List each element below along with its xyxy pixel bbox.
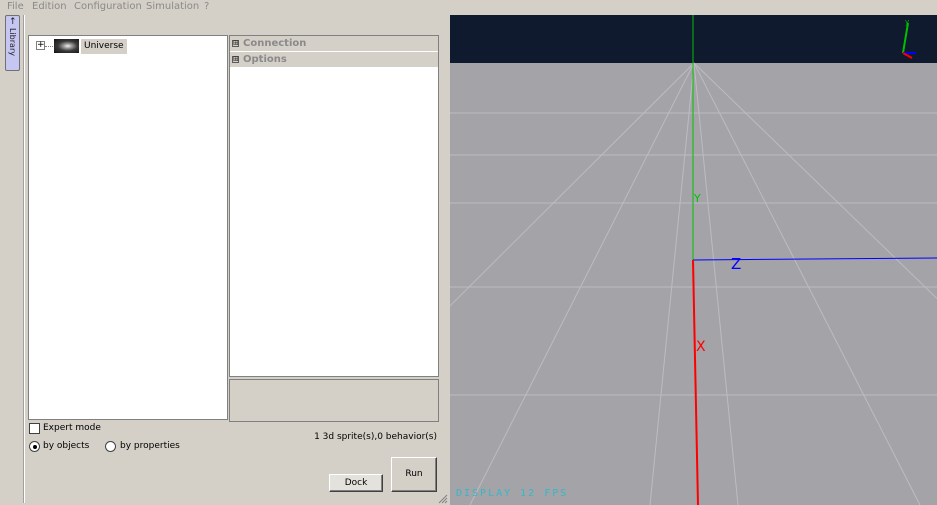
- radio-by-objects-label: by objects: [43, 441, 90, 451]
- menu-configuration[interactable]: Configuration: [74, 0, 142, 14]
- view-by-group: by objects by properties: [29, 440, 229, 454]
- x-axis-label: X: [696, 339, 706, 355]
- library-tab-label: Library: [8, 28, 17, 56]
- scene-render: Y Z X y: [450, 15, 937, 505]
- z-axis: [692, 257, 937, 261]
- svg-text:y: y: [905, 18, 909, 26]
- section-connection-title: Connection: [243, 38, 307, 49]
- 3d-viewport[interactable]: Y Z X y DISPLAY 12 FPS: [450, 15, 937, 505]
- menu-file[interactable]: File: [7, 0, 24, 14]
- properties-panel: ⊞ Connection ⊞ Options: [229, 35, 439, 377]
- tree-connector: [45, 46, 53, 47]
- x-axis: [692, 259, 699, 505]
- run-button[interactable]: Run: [391, 457, 437, 492]
- menu-edition[interactable]: Edition: [32, 0, 67, 14]
- description-panel: [229, 379, 439, 422]
- expert-mode-label: Expert mode: [43, 423, 101, 433]
- divider-highlight: [24, 15, 25, 503]
- resize-grip-icon[interactable]: [438, 494, 448, 504]
- radio-by-properties-label: by properties: [120, 441, 180, 451]
- scene-tree[interactable]: + Universe: [28, 35, 228, 420]
- expert-mode-checkbox[interactable]: [29, 423, 40, 434]
- dock-button[interactable]: Dock: [329, 474, 383, 492]
- menu-help[interactable]: ?: [204, 0, 209, 14]
- expand-plus-icon: ⊞: [232, 39, 239, 47]
- section-options-title: Options: [243, 54, 287, 65]
- expand-plus-icon[interactable]: +: [36, 41, 45, 50]
- radio-by-objects[interactable]: [29, 441, 40, 452]
- menu-simulation[interactable]: Simulation: [146, 0, 199, 14]
- menu-bar: File Edition Configuration Simulation ?: [0, 0, 937, 15]
- status-text: 1 3d sprite(s),0 behavior(s): [314, 432, 437, 442]
- fps-counter: DISPLAY 12 FPS: [456, 488, 569, 499]
- library-tab[interactable]: ↑ Library: [5, 15, 20, 71]
- z-axis-label: Z: [731, 255, 741, 273]
- galaxy-icon: [54, 39, 79, 53]
- section-options[interactable]: ⊞ Options: [230, 52, 438, 67]
- expand-plus-icon: ⊞: [232, 55, 239, 63]
- tree-item-universe[interactable]: Universe: [81, 39, 127, 54]
- radio-by-properties[interactable]: [105, 441, 116, 452]
- arrow-up-icon: ↑: [9, 17, 17, 27]
- section-connection[interactable]: ⊞ Connection: [230, 36, 438, 51]
- y-axis-label: Y: [693, 192, 701, 205]
